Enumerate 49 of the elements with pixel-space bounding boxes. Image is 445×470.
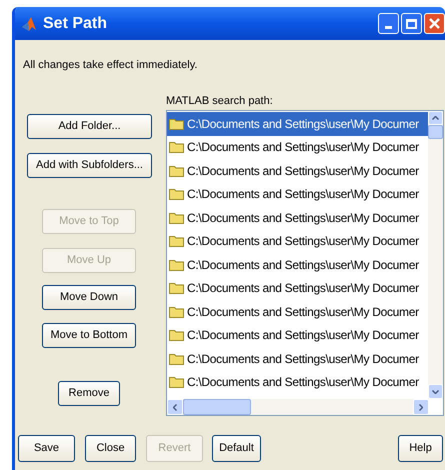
side-button[interactable]: Add Folder... [27, 114, 152, 139]
dialog-button[interactable]: Default [212, 435, 261, 462]
scroll-thumb[interactable] [428, 125, 443, 139]
scroll-right-button[interactable] [413, 399, 429, 415]
folder-icon [169, 352, 184, 365]
info-text: All changes take effect immediately. [23, 58, 198, 73]
path-list-item[interactable]: C:\Documents and Settings\user\My Documer [167, 347, 429, 370]
scroll-thumb[interactable] [183, 399, 251, 415]
folder-icon [169, 188, 184, 200]
path-list-item[interactable]: C:\Documents and Settings\user\My Documer [167, 112, 429, 136]
close-icon [429, 18, 440, 29]
folder-icon [169, 212, 184, 224]
scroll-up-button[interactable] [428, 111, 443, 125]
folder-icon [169, 306, 184, 318]
dialog-button[interactable]: Help [398, 435, 443, 462]
list-label: MATLAB search path: [166, 94, 273, 109]
path-list-item[interactable]: C:\Documents and Settings\user\My Documer [167, 206, 429, 230]
minimize-button[interactable] [378, 13, 399, 34]
folder-icon [169, 329, 184, 342]
path-list-item[interactable]: C:\Documents and Settings\user\My Documer [167, 159, 429, 182]
path-list-item[interactable]: C:\Documents and Settings\user\My Documer [167, 370, 429, 394]
vertical-scrollbar[interactable] [428, 111, 443, 399]
folder-icon [169, 141, 184, 154]
scroll-left-button[interactable] [167, 399, 183, 415]
folder-icon [169, 235, 184, 248]
folder-icon [169, 258, 184, 271]
side-button[interactable]: Move Down [42, 285, 136, 310]
dialog-button[interactable]: Save [18, 435, 75, 462]
folder-icon [169, 164, 184, 177]
folder-icon [169, 118, 184, 130]
maximize-button[interactable] [401, 13, 422, 34]
side-button[interactable]: Move to Bottom [42, 323, 136, 348]
side-button[interactable]: Add with Subfolders... [27, 153, 152, 178]
dialog-button[interactable]: Close [85, 435, 136, 462]
horizontal-scrollbar[interactable] [167, 399, 429, 415]
window-title: Set Path [43, 14, 108, 34]
path-list-item[interactable]: C:\Documents and Settings\user\My Documer [167, 276, 429, 300]
close-button[interactable] [424, 13, 445, 34]
matlab-logo-icon [21, 16, 37, 32]
path-list-item[interactable]: C:\Documents and Settings\user\My Documer [167, 136, 429, 159]
path-list-item[interactable]: C:\Documents and Settings\user\My Documer [167, 230, 429, 253]
folder-icon [169, 376, 184, 388]
path-list-item[interactable]: C:\Documents and Settings\user\My Documer [167, 300, 429, 324]
path-list-item[interactable]: C:\Documents and Settings\user\My Documer [167, 324, 429, 347]
folder-icon [169, 282, 184, 294]
side-button[interactable]: Remove [58, 381, 120, 406]
path-list-item[interactable]: C:\Documents and Settings\user\My Documer [167, 253, 429, 276]
path-list-item[interactable]: C:\Documents and Settings\user\My Documer [167, 182, 429, 206]
scroll-down-button[interactable] [428, 384, 443, 399]
